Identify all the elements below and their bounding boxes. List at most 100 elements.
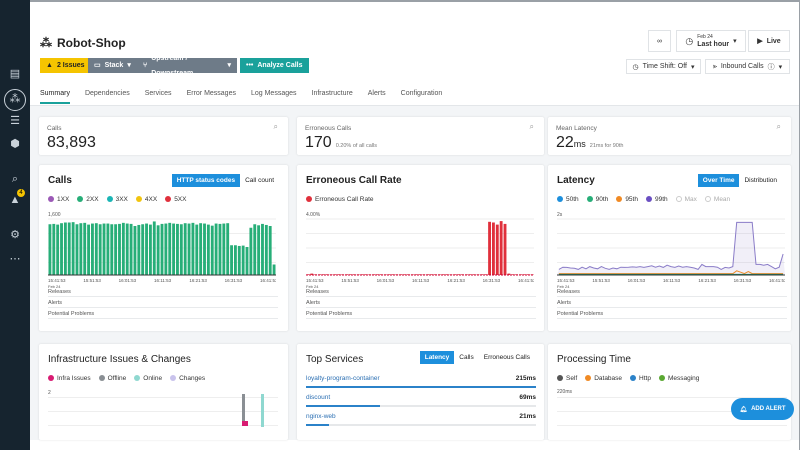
legend-item[interactable]: 50th: [557, 196, 579, 203]
http-status-codes-button[interactable]: HTTP status codes: [172, 174, 240, 187]
service-row[interactable]: discount69ms: [306, 394, 536, 401]
event-row-potential-problems[interactable]: Potential Problems: [48, 309, 278, 319]
service-row[interactable]: nginx-web 21ms: [306, 413, 536, 420]
erroneous-calls-button[interactable]: Erroneous Calls: [479, 351, 535, 364]
event-row-potential-problems[interactable]: Potential Problems: [557, 309, 787, 319]
services-icon[interactable]: ☰: [6, 114, 24, 128]
legend-dot-icon: [48, 196, 54, 202]
legend-dot-icon: [134, 375, 140, 381]
service-name[interactable]: discount: [306, 394, 330, 401]
processing-legend: Self Database Http Messaging: [557, 375, 699, 382]
legend-item[interactable]: 90th: [587, 196, 609, 203]
application-icon[interactable]: ⁂: [4, 89, 26, 111]
offline-bar[interactable]: [242, 394, 245, 422]
stack-dropdown[interactable]: ▭Stack▾: [88, 58, 137, 73]
online-bar[interactable]: [261, 394, 264, 427]
time-range-dropdown[interactable]: ◷Feb 24Last hour▾: [676, 30, 746, 52]
legend-item[interactable]: 1XX: [48, 196, 69, 203]
tab-alerts[interactable]: Alerts: [368, 90, 386, 104]
legend-item[interactable]: 2XX: [77, 196, 98, 203]
x-tick-label: 16:31:53: [225, 278, 243, 283]
erroneous-legend: Erroneous Call Rate: [306, 196, 374, 203]
legend-item[interactable]: Mean: [705, 196, 730, 203]
legend-item[interactable]: Changes: [170, 375, 205, 382]
event-row-releases[interactable]: Releases: [306, 287, 536, 297]
legend-item[interactable]: 3XX: [107, 196, 128, 203]
tab-services[interactable]: Services: [145, 90, 172, 104]
erroneous-calls-stat-card[interactable]: Erroneous Calls1700.20% of all calls⌕: [297, 117, 544, 155]
clock-icon: ◷: [633, 63, 639, 71]
infra-issue-bar[interactable]: [242, 421, 248, 426]
distribution-button[interactable]: Distribution: [739, 174, 782, 187]
event-row-alerts[interactable]: Alerts: [557, 298, 787, 308]
tab-log-messages[interactable]: Log Messages: [251, 90, 297, 104]
mean-latency-stat-card[interactable]: Mean Latency22ms21ms for 90th⌕: [548, 117, 791, 155]
legend-item[interactable]: 95th: [616, 196, 638, 203]
tab-summary[interactable]: Summary: [40, 90, 70, 104]
settings-icon[interactable]: ⚙: [6, 228, 24, 242]
zoom-icon[interactable]: ⌕: [274, 122, 278, 132]
event-row-releases[interactable]: Releases: [48, 287, 278, 297]
event-row-releases[interactable]: Releases: [557, 287, 787, 297]
analyze-calls-button[interactable]: •••Analyze Calls: [240, 58, 309, 73]
application-icon: ⁂: [40, 36, 52, 50]
zoom-icon[interactable]: ⌕: [777, 122, 781, 132]
legend-item[interactable]: Messaging: [659, 375, 699, 382]
upstream-downstream-dropdown[interactable]: ⑂Upstream / Downstream▾: [137, 58, 237, 73]
call-count-button[interactable]: Call count: [240, 174, 279, 187]
over-time-button[interactable]: Over Time: [698, 174, 740, 187]
x-tick-label: 16:11:53: [154, 278, 172, 283]
tab-configuration[interactable]: Configuration: [401, 90, 443, 104]
tab-dependencies[interactable]: Dependencies: [85, 90, 130, 104]
legend-item[interactable]: Online: [134, 375, 162, 382]
clock-icon: ◷: [685, 36, 693, 47]
legend-item[interactable]: Database: [585, 375, 622, 382]
event-row-potential-problems[interactable]: Potential Problems: [306, 309, 536, 319]
add-alert-button[interactable]: 🔔︎ADD ALERT: [731, 398, 794, 420]
calls-chart-card: Calls HTTP status codesCall count 1XX2XX…: [39, 165, 288, 331]
legend-item[interactable]: Http: [630, 375, 651, 382]
chart-2: 15:41:5315:51:5316:01:5316:11:5316:21:53…: [557, 217, 785, 295]
chevron-down-icon: ▾: [691, 63, 695, 71]
legend-dot-icon: [557, 375, 563, 381]
legend-item[interactable]: Infra Issues: [48, 375, 91, 382]
chevron-down-icon: ▾: [227, 58, 231, 73]
analyze-icon[interactable]: ⌕: [6, 172, 24, 186]
legend-item[interactable]: Self: [557, 375, 577, 382]
bar: [492, 223, 495, 276]
time-shift-dropdown[interactable]: ◷Time Shift: Off▾: [626, 59, 701, 74]
issues-button[interactable]: ▲2 Issues: [40, 58, 91, 73]
service-bar-fill: [306, 405, 380, 407]
more-icon[interactable]: ⋯: [6, 252, 24, 266]
infrastructure-icon[interactable]: ⬢: [6, 137, 24, 151]
live-button[interactable]: ▶Live: [748, 30, 790, 52]
legend-dot-icon: [99, 375, 105, 381]
service-name[interactable]: loyalty-program-container: [306, 375, 380, 382]
calls-stat-card[interactable]: Calls83,893⌕: [39, 117, 288, 155]
tab-bar: Summary Dependencies Services Error Message…: [40, 90, 442, 104]
zoom-icon[interactable]: ⌕: [530, 122, 534, 132]
legend-item[interactable]: 99th: [646, 196, 668, 203]
latency-button[interactable]: Latency: [420, 351, 455, 364]
service-bar-fill: [306, 386, 536, 388]
dashboard-icon[interactable]: ▤: [6, 67, 24, 81]
inbound-calls-dropdown[interactable]: ⪢Inbound Callsⓘ▾: [705, 59, 790, 74]
service-value: 21ms: [519, 413, 536, 420]
branch-icon: ⑂: [143, 58, 147, 73]
legend-item[interactable]: 4XX: [136, 196, 157, 203]
legend-item[interactable]: Offline: [99, 375, 127, 382]
bell-icon: 🔔︎: [739, 406, 747, 413]
legend-item[interactable]: Max: [676, 196, 697, 203]
x-tick-label: 16:01:53: [628, 278, 646, 283]
calls-button[interactable]: Calls: [454, 351, 478, 364]
tab-error-messages[interactable]: Error Messages: [187, 90, 236, 104]
tab-infrastructure[interactable]: Infrastructure: [312, 90, 353, 104]
link-button[interactable]: ∞: [648, 30, 671, 52]
service-row[interactable]: loyalty-program-container215ms: [306, 375, 536, 382]
event-row-alerts[interactable]: Alerts: [306, 298, 536, 308]
event-row-alerts[interactable]: Alerts: [48, 298, 278, 308]
bar: [261, 224, 264, 275]
service-name[interactable]: nginx-web: [306, 413, 336, 420]
legend-item[interactable]: Erroneous Call Rate: [306, 196, 374, 203]
legend-item[interactable]: 5XX: [165, 196, 186, 203]
